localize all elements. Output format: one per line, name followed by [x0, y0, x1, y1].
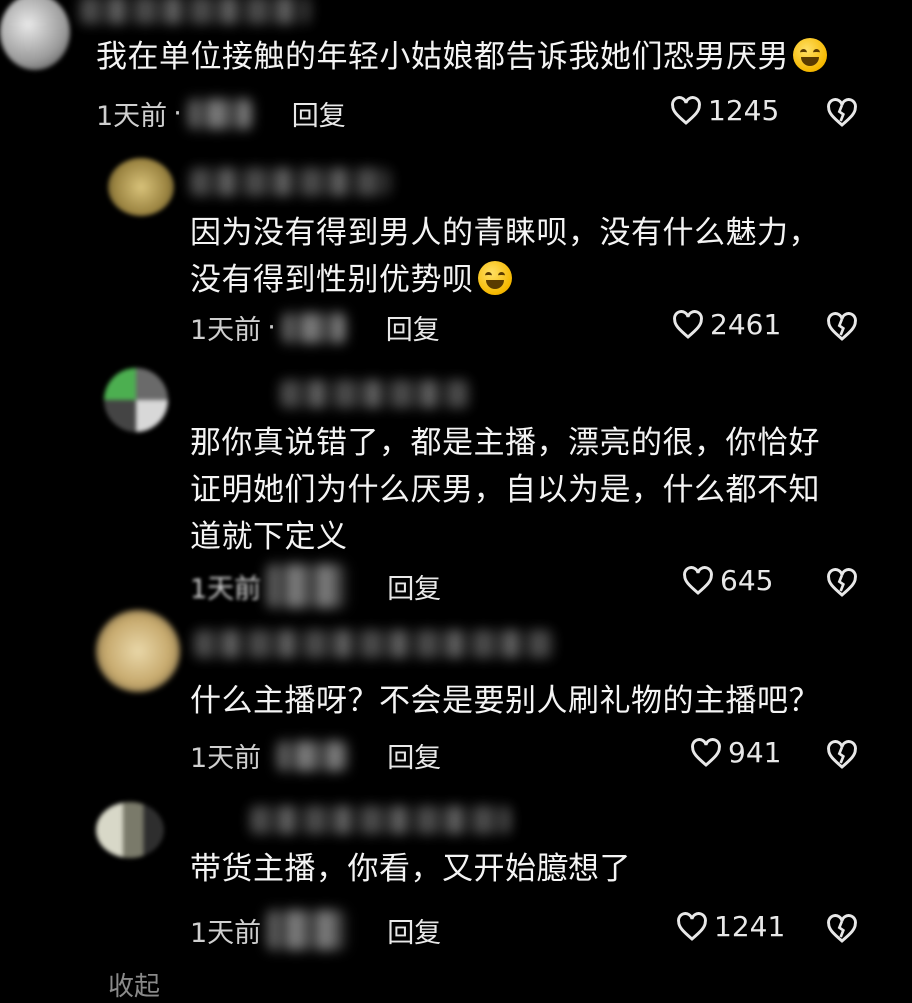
like-button[interactable]: 941	[690, 736, 781, 769]
comment-text-line: 那你真说错了，都是主播，漂亮的很，你恰好	[190, 425, 820, 461]
like-count: 645	[720, 564, 774, 597]
comment-text-line: 因为没有得到男人的青睐呗，没有什么魅力，	[190, 215, 820, 251]
reply-button[interactable]: 回复	[387, 567, 441, 606]
comment-time: 1天前	[190, 573, 262, 605]
comment-text: 带货主播，你看，又开始臆想了	[190, 846, 631, 893]
username-blurred[interactable]	[80, 0, 310, 24]
comment-text-line: 我在单位接触的年轻小姑娘都告诉我她们恐男厌男	[96, 39, 789, 75]
comment-text-line: 带货主播，你看，又开始臆想了	[190, 851, 631, 887]
laughing-emoji-icon	[477, 261, 512, 295]
heart-outline-icon	[683, 565, 713, 595]
avatar[interactable]	[104, 368, 168, 432]
location-blurred	[277, 740, 348, 771]
avatar[interactable]	[96, 610, 180, 692]
heart-outline-icon	[677, 911, 707, 941]
comment-meta: 1天前 回复	[190, 736, 441, 775]
reply-button[interactable]: 回复	[387, 736, 441, 775]
broken-heart-icon	[827, 740, 857, 769]
location-blurred	[267, 564, 348, 608]
comment-text: 什么主播呀？不会是要别人刷礼物的主播吧？	[190, 678, 820, 725]
username-blurred[interactable]	[194, 630, 554, 658]
comment-time: 1天前	[96, 101, 168, 132]
like-count: 2461	[710, 308, 782, 341]
broken-heart-icon	[827, 914, 857, 943]
heart-outline-icon	[671, 95, 701, 125]
username-blurred[interactable]	[250, 806, 510, 834]
like-button[interactable]: 1245	[670, 94, 779, 127]
comment-text-line: 什么主播呀？不会是要别人刷礼物的主播吧？	[190, 683, 820, 719]
avatar[interactable]	[108, 158, 174, 216]
dislike-button[interactable]	[826, 98, 858, 132]
dislike-button[interactable]	[826, 568, 858, 602]
comment-text: 我在单位接触的年轻小姑娘都告诉我她们恐男厌男	[96, 34, 827, 81]
separator-dot: ·	[267, 312, 276, 343]
comment-time: 1天前	[190, 315, 262, 346]
heart-outline-icon	[691, 737, 721, 767]
like-count: 941	[728, 736, 782, 769]
username-blurred[interactable]	[280, 380, 470, 408]
comment-meta: 1天前 回复	[190, 910, 441, 950]
like-button[interactable]: 645	[682, 564, 773, 597]
dislike-button[interactable]	[826, 740, 858, 774]
like-button[interactable]: 2461	[672, 308, 781, 341]
comment-text: 那你真说错了，都是主播，漂亮的很，你恰好 证明她们为什么厌男，自以为是，什么都不…	[190, 420, 820, 561]
reply-button[interactable]: 回复	[387, 911, 441, 950]
reply-button[interactable]: 回复	[292, 94, 346, 133]
broken-heart-icon	[827, 568, 857, 597]
comment-text-line: 没有得到性别优势呗	[190, 262, 474, 298]
like-button[interactable]: 1241	[676, 910, 785, 943]
comment-text-line: 道就下定义	[190, 519, 348, 555]
comment-text: 因为没有得到男人的青睐呗，没有什么魅力， 没有得到性别优势呗	[190, 210, 820, 304]
comment-time: 1天前	[190, 743, 262, 774]
like-count: 1241	[714, 910, 786, 943]
avatar[interactable]	[0, 0, 70, 70]
avatar[interactable]	[96, 802, 164, 858]
rofl-emoji-icon	[793, 38, 827, 72]
dislike-button[interactable]	[826, 312, 858, 346]
separator-dot: ·	[173, 98, 182, 129]
location-blurred	[187, 98, 252, 129]
username-blurred[interactable]	[190, 168, 390, 196]
broken-heart-icon	[827, 98, 857, 127]
comment-meta: 1天前 · 回复	[190, 308, 440, 347]
location-blurred	[267, 910, 348, 950]
reply-button[interactable]: 回复	[386, 308, 440, 347]
location-blurred	[281, 312, 346, 343]
heart-outline-icon	[673, 309, 703, 339]
like-count: 1245	[708, 94, 780, 127]
comment-meta: 1天前 回复	[190, 564, 441, 608]
comment-meta: 1天前 · 回复	[96, 94, 346, 133]
collapse-replies-button[interactable]: 收起	[108, 966, 160, 1003]
broken-heart-icon	[827, 312, 857, 341]
dislike-button[interactable]	[826, 914, 858, 948]
comment-time: 1天前	[190, 917, 262, 949]
comment-text-line: 证明她们为什么厌男，自以为是，什么都不知	[190, 472, 820, 508]
